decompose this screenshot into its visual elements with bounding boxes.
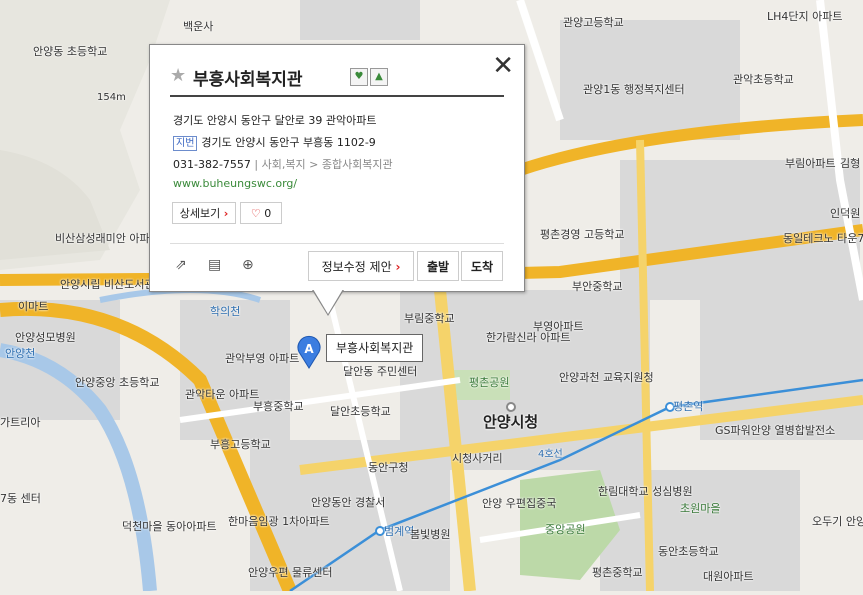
map-label[interactable]: 오두기 안양공장	[812, 515, 863, 528]
popup-divider	[170, 243, 504, 244]
close-icon[interactable]: ✕	[492, 53, 514, 79]
like-button[interactable]: ♡ 0	[240, 202, 282, 224]
map-label[interactable]: 달안초등학교	[330, 405, 391, 418]
jibun-address: 경기도 안양시 동안구 부흥동 1102-9	[201, 136, 376, 149]
map-label: 4호선	[538, 449, 563, 460]
pin-icon: ♥	[350, 68, 368, 86]
phone-number[interactable]: 031-382-7557	[173, 158, 251, 171]
map-label[interactable]: 안양동 초등학교	[33, 45, 107, 58]
map-label[interactable]: 평촌중학교	[592, 566, 643, 579]
map-label[interactable]: 평촌역	[673, 400, 703, 413]
category-icon: ▲	[370, 68, 388, 86]
marker-label[interactable]: 부흥사회복지관	[326, 334, 424, 362]
depart-button[interactable]: 출발	[417, 251, 459, 281]
map-label[interactable]: 인덕원	[830, 207, 860, 220]
map-label: 학의천	[210, 305, 241, 318]
map-label[interactable]: 부영아파트	[533, 320, 584, 333]
map-label[interactable]: 관악초등학교	[733, 73, 794, 86]
map-label[interactable]: 안양과천 교육지원청	[559, 371, 654, 384]
map-label[interactable]: 안양 우편집중국	[482, 497, 556, 510]
edit-suggest-button[interactable]: 정보수정 제안 ›	[308, 251, 414, 281]
arrive-button[interactable]: 도착	[461, 251, 503, 281]
jibun-tag: 지번	[173, 136, 198, 151]
map-label[interactable]: LH4단지 아파트	[767, 10, 843, 23]
marker-letter: A	[304, 342, 314, 356]
map-label[interactable]: 달안동 주민센터	[343, 365, 417, 378]
map-label[interactable]: 백운사	[183, 20, 213, 33]
place-info-popup: ★ 부흥사회복지관 ♥ ▲ ✕ 경기도 안양시 동안구 달안로 39 관악아파트…	[149, 44, 525, 316]
print-icon[interactable]: ▤	[208, 257, 221, 273]
map-label[interactable]: 봄빛병원	[410, 528, 450, 541]
like-count: 0	[264, 207, 272, 220]
map-label[interactable]: 평촌공원	[469, 376, 509, 389]
map-label[interactable]: 동일테크노 타운7차	[783, 232, 863, 245]
map-label[interactable]: 김형	[840, 157, 860, 170]
zoom-in-icon[interactable]: ⊕	[242, 257, 254, 273]
map-label[interactable]: 안양시립 비산도서관	[60, 278, 155, 291]
jibun-row: 지번 경기도 안양시 동안구 부흥동 1102-9	[173, 134, 376, 151]
map-label[interactable]: 안양중앙 초등학교	[75, 376, 159, 389]
location-marker[interactable]: A	[296, 335, 322, 369]
category: 사회,복지 > 종합사회복지관	[261, 158, 393, 171]
map-label[interactable]: 비산삼성래미안 아파트	[55, 232, 160, 245]
map-label[interactable]: 한림대학교 성심병원	[598, 485, 693, 498]
map-label[interactable]: 부림아파트	[785, 157, 836, 170]
map-label[interactable]: 가트리아	[0, 416, 40, 429]
info-row: 031-382-7557 | 사회,복지 > 종합사회복지관	[173, 158, 393, 171]
map-label[interactable]: 덕천마을 동아아파트	[122, 520, 217, 533]
map-label[interactable]: 평촌경영 고등학교	[540, 228, 624, 241]
star-icon[interactable]: ★	[170, 65, 186, 86]
map-label[interactable]: GS파워안양 열병합발전소	[715, 424, 835, 437]
map-label[interactable]: 부흥중학교	[253, 400, 304, 413]
map-label[interactable]: 대원아파트	[703, 570, 754, 583]
map-label: 안양천	[5, 347, 36, 360]
map-label[interactable]: 안양시청	[483, 415, 538, 430]
map-label[interactable]: 관악타운 아파트	[185, 388, 259, 401]
map-label[interactable]: 관악부영 아파트	[225, 352, 299, 365]
map-label[interactable]: 동안구청	[368, 461, 408, 474]
map-label[interactable]: 동안초등학교	[658, 545, 719, 558]
map-label[interactable]: 안양우편 물류센터	[248, 566, 332, 579]
map-label: 초원마을	[680, 502, 721, 515]
map-label[interactable]: 안양성모병원	[15, 331, 76, 344]
road-address: 경기도 안양시 동안구 달안로 39 관악아파트	[173, 114, 377, 127]
popup-header: ★ 부흥사회복지관 ♥ ▲	[170, 63, 504, 97]
website-link[interactable]: www.buheungswc.org/	[173, 177, 297, 190]
place-title[interactable]: 부흥사회복지관	[193, 65, 302, 90]
map-label: 154m	[97, 92, 126, 103]
map-label[interactable]: 관양1동 행정복지센터	[583, 83, 685, 96]
map-label[interactable]: 관양고등학교	[563, 16, 624, 29]
share-icon[interactable]: ⇗	[175, 257, 187, 273]
map-label[interactable]: 부안중학교	[572, 280, 623, 293]
map-label[interactable]: 부림중학교	[404, 312, 455, 325]
map-label[interactable]: 중앙공원	[545, 523, 585, 536]
map-label[interactable]: 이마트	[18, 300, 48, 313]
map-label[interactable]: 7동 센터	[0, 492, 41, 505]
map-label[interactable]: 한마음임광 1차아파트	[228, 515, 330, 528]
map-label: 시청사거리	[452, 452, 503, 465]
detail-button[interactable]: 상세보기 ›	[172, 202, 236, 224]
map-label[interactable]: 안양동안 경찰서	[311, 496, 385, 509]
map-label[interactable]: 부흥고등학교	[210, 438, 271, 451]
popup-tail	[312, 289, 344, 316]
